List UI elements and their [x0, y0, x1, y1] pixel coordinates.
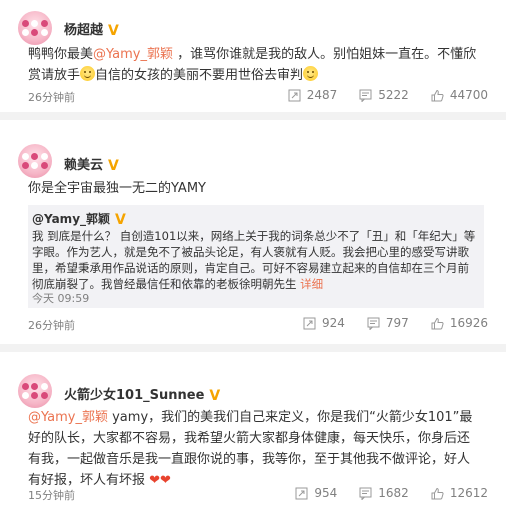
like-icon — [431, 317, 444, 329]
repost-button[interactable]: 2487 — [288, 88, 338, 102]
repost-count: 954 — [314, 486, 338, 500]
text-segment: 鸭鸭你最美 — [28, 47, 94, 62]
post-content: @Yamy_郭颖 yamy，我们的美我们自己来定义，你是我们“火箭少女101”最… — [28, 407, 482, 491]
post-3: 火箭少女101_Sunnee V @Yamy_郭颖 yamy，我们的美我们自己来定… — [0, 352, 506, 508]
username[interactable]: 火箭少女101_Sunnee V — [64, 384, 222, 403]
username[interactable]: 杨超越 V — [64, 19, 121, 38]
quoted-username[interactable]: @Yamy_郭颖 V — [32, 210, 128, 227]
like-button[interactable]: 12612 — [431, 486, 488, 500]
comment-count: 797 — [385, 316, 409, 330]
like-count: 12612 — [449, 486, 488, 500]
detail-link[interactable]: 详细 — [300, 277, 323, 291]
post-separator — [0, 344, 506, 352]
quoted-username-text: @Yamy_郭颖 — [32, 212, 111, 226]
text-segment: 自信的女孩的美丽不要用世俗去审判 — [95, 68, 304, 83]
like-button[interactable]: 44700 — [431, 88, 488, 102]
verified-badge-icon: V — [108, 23, 119, 39]
mention-link[interactable]: @Yamy_郭颖 — [28, 410, 108, 425]
username[interactable]: 赖美云 V — [64, 154, 121, 173]
comment-count: 1682 — [378, 486, 409, 500]
post-stats: 954 1682 12612 — [295, 486, 488, 500]
comment-button[interactable]: 797 — [367, 316, 409, 330]
post-1: 杨超越 V 鸭鸭你最美@Yamy_郭颖 ，谁骂你谁就是我的敌人。别怕姐妹一直在。不… — [0, 0, 506, 112]
avatar[interactable] — [18, 11, 52, 45]
post-stats: 2487 5222 44700 — [288, 88, 488, 102]
smile-emoji-icon — [80, 66, 96, 81]
quoted-text-body: 我 到底是什么？ 自创造101以来，网络上关于我的词条总少不了「丑」和「年纪大」… — [32, 229, 476, 291]
repost-icon — [303, 317, 316, 329]
comment-icon — [359, 487, 372, 500]
post-content: 鸭鸭你最美@Yamy_郭颖 ，谁骂你谁就是我的敌人。别怕姐妹一直在。不懂欣赏请放… — [28, 44, 482, 86]
post-time[interactable]: 15分钟前 — [28, 487, 75, 503]
avatar[interactable] — [18, 374, 52, 408]
mention-link[interactable]: @Yamy_郭颖 — [93, 47, 173, 62]
post-time[interactable]: 26分钟前 — [28, 89, 75, 105]
verified-badge-icon: V — [209, 388, 221, 404]
post-2: 赖美云 V 你是全宇宙最独一无二的YAMY @Yamy_郭颖 V 我 到底是什么？ … — [0, 120, 506, 344]
username-text: 杨超越 — [64, 23, 104, 38]
comment-button[interactable]: 1682 — [359, 486, 409, 500]
verified-badge-icon: V — [108, 158, 119, 174]
comment-icon — [359, 89, 372, 102]
comment-button[interactable]: 5222 — [359, 88, 409, 102]
verified-badge-icon: V — [115, 212, 126, 228]
like-count: 16926 — [449, 316, 488, 330]
like-button[interactable]: 16926 — [431, 316, 488, 330]
quoted-post[interactable]: @Yamy_郭颖 V 我 到底是什么？ 自创造101以来，网络上关于我的词条总少不… — [28, 205, 484, 308]
repost-count: 2487 — [306, 88, 338, 102]
post-content: 你是全宇宙最独一无二的YAMY — [28, 181, 206, 196]
username-text: 火箭少女101_Sunnee — [64, 388, 205, 403]
post-separator — [0, 112, 506, 120]
heart-emoji-icon: ❤❤ — [149, 473, 171, 488]
like-icon — [431, 89, 444, 101]
repost-count: 924 — [322, 316, 345, 330]
like-icon — [431, 487, 444, 499]
post-stats: 924 797 16926 — [303, 316, 488, 330]
avatar[interactable] — [18, 144, 52, 178]
like-count: 44700 — [449, 88, 488, 102]
repost-button[interactable]: 924 — [303, 316, 345, 330]
comment-icon — [367, 317, 380, 330]
smile-emoji-icon — [303, 66, 319, 81]
username-text: 赖美云 — [64, 158, 104, 173]
comment-count: 5222 — [378, 88, 409, 102]
quoted-text: 我 到底是什么？ 自创造101以来，网络上关于我的词条总少不了「丑」和「年纪大」… — [32, 228, 480, 292]
repost-icon — [288, 89, 301, 101]
quoted-time[interactable]: 今天 09:59 — [32, 290, 89, 306]
repost-icon — [295, 487, 308, 499]
repost-button[interactable]: 954 — [295, 486, 337, 500]
post-time[interactable]: 26分钟前 — [28, 317, 75, 333]
